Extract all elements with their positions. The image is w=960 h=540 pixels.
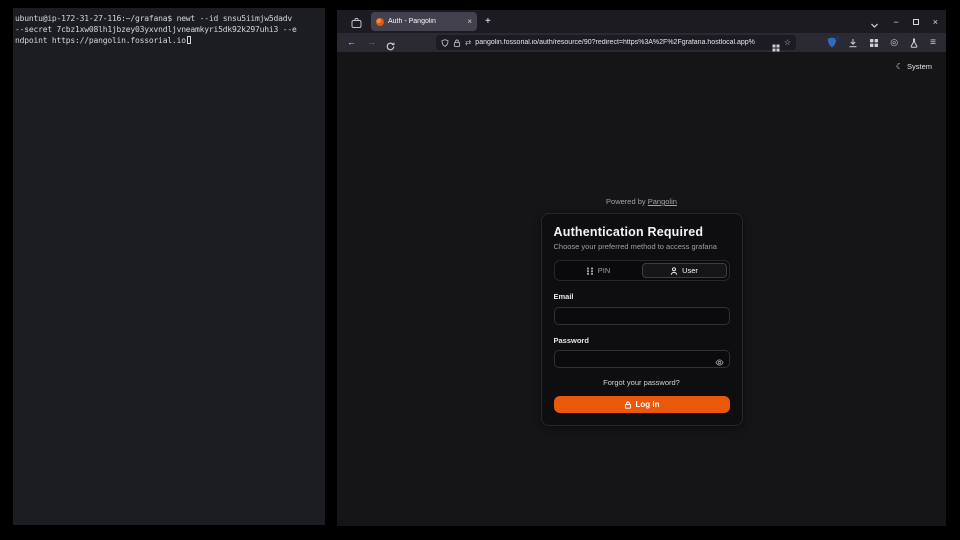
browser-window: Auth - Pangolin × + − × ← → bbox=[337, 10, 946, 526]
close-window-icon[interactable]: × bbox=[933, 17, 938, 27]
minimize-window-icon[interactable]: − bbox=[893, 17, 898, 27]
tracking-protection-shield-icon[interactable] bbox=[441, 39, 449, 47]
close-tab-icon[interactable]: × bbox=[467, 18, 472, 26]
powered-by: Powered by Pangolin bbox=[541, 197, 743, 206]
target-extension-icon[interactable]: ◎ bbox=[890, 37, 898, 48]
lock-icon bbox=[624, 401, 632, 409]
tab-pin-label: PIN bbox=[598, 266, 611, 275]
browser-tab-auth-pangolin[interactable]: Auth - Pangolin × bbox=[371, 12, 477, 31]
maximize-window-icon[interactable] bbox=[913, 19, 919, 25]
terminal-line: ndpoint https://pangolin.fossorial.io bbox=[15, 35, 323, 46]
card-title: Authentication Required bbox=[554, 225, 730, 239]
tab-title: Auth - Pangolin bbox=[388, 18, 463, 25]
firefox-view-icon[interactable] bbox=[351, 16, 362, 27]
theme-toggle[interactable]: ☾ System bbox=[896, 62, 932, 71]
bookmark-star-icon[interactable]: ☆ bbox=[784, 38, 791, 47]
back-icon[interactable]: ← bbox=[347, 38, 356, 47]
login-button-label: Log in bbox=[636, 400, 660, 409]
auth-method-tabs: PIN User bbox=[554, 260, 730, 281]
pin-keypad-icon bbox=[586, 267, 594, 275]
padlock-icon[interactable] bbox=[453, 39, 461, 47]
auth-card: Authentication Required Choose your pref… bbox=[541, 213, 743, 426]
pangolin-link[interactable]: Pangolin bbox=[648, 197, 677, 206]
terminal-line: ubuntu@ip-172-31-27-116:~/grafana$ newt … bbox=[15, 13, 323, 24]
tab-pin[interactable]: PIN bbox=[557, 263, 640, 278]
ublock-extension-icon[interactable] bbox=[827, 37, 837, 48]
card-subtitle: Choose your preferred method to access g… bbox=[554, 242, 730, 251]
reload-icon[interactable] bbox=[386, 38, 395, 47]
user-icon bbox=[670, 267, 678, 275]
permissions-arrows-icon[interactable]: ⇄ bbox=[465, 38, 471, 47]
pangolin-favicon-icon bbox=[376, 18, 384, 26]
tab-user-label: User bbox=[682, 266, 698, 275]
forward-icon[interactable]: → bbox=[367, 38, 376, 47]
hamburger-menu-icon[interactable]: ≡ bbox=[930, 37, 936, 48]
terminal-window[interactable]: ubuntu@ip-172-31-27-116:~/grafana$ newt … bbox=[13, 8, 325, 525]
downloads-icon[interactable] bbox=[848, 38, 858, 48]
theme-toggle-label: System bbox=[907, 62, 932, 71]
password-label: Password bbox=[554, 336, 730, 345]
show-password-eye-icon[interactable] bbox=[715, 354, 724, 363]
email-field[interactable] bbox=[554, 307, 730, 325]
extensions-icon[interactable] bbox=[869, 38, 879, 48]
extension-badge bbox=[835, 36, 839, 40]
flask-icon[interactable] bbox=[909, 38, 919, 48]
terminal-line: --secret 7cbz1xw08lh1jbzey03yxvndljvneam… bbox=[15, 24, 323, 35]
moon-icon: ☾ bbox=[896, 62, 903, 71]
browser-tab-bar: Auth - Pangolin × + − × bbox=[337, 10, 946, 33]
containers-grid-icon[interactable] bbox=[772, 39, 780, 47]
terminal-cursor bbox=[187, 36, 192, 44]
forgot-password-link[interactable]: Forgot your password? bbox=[554, 378, 730, 387]
login-button[interactable]: Log in bbox=[554, 396, 730, 413]
tab-user[interactable]: User bbox=[642, 263, 727, 278]
email-label: Email bbox=[554, 292, 730, 301]
auth-page: ☾ System Powered by Pangolin Authenticat… bbox=[337, 52, 946, 526]
password-field[interactable] bbox=[554, 350, 730, 368]
url-bar[interactable]: ⇄ pangolin.fossorial.io/auth/resource/90… bbox=[436, 35, 796, 50]
browser-toolbar: ← → ⇄ pangolin.fossorial.io/auth/resourc… bbox=[337, 33, 946, 52]
url-text[interactable]: pangolin.fossorial.io/auth/resource/90?r… bbox=[475, 39, 768, 46]
chevron-down-icon[interactable] bbox=[870, 17, 879, 26]
new-tab-button[interactable]: + bbox=[485, 16, 491, 27]
